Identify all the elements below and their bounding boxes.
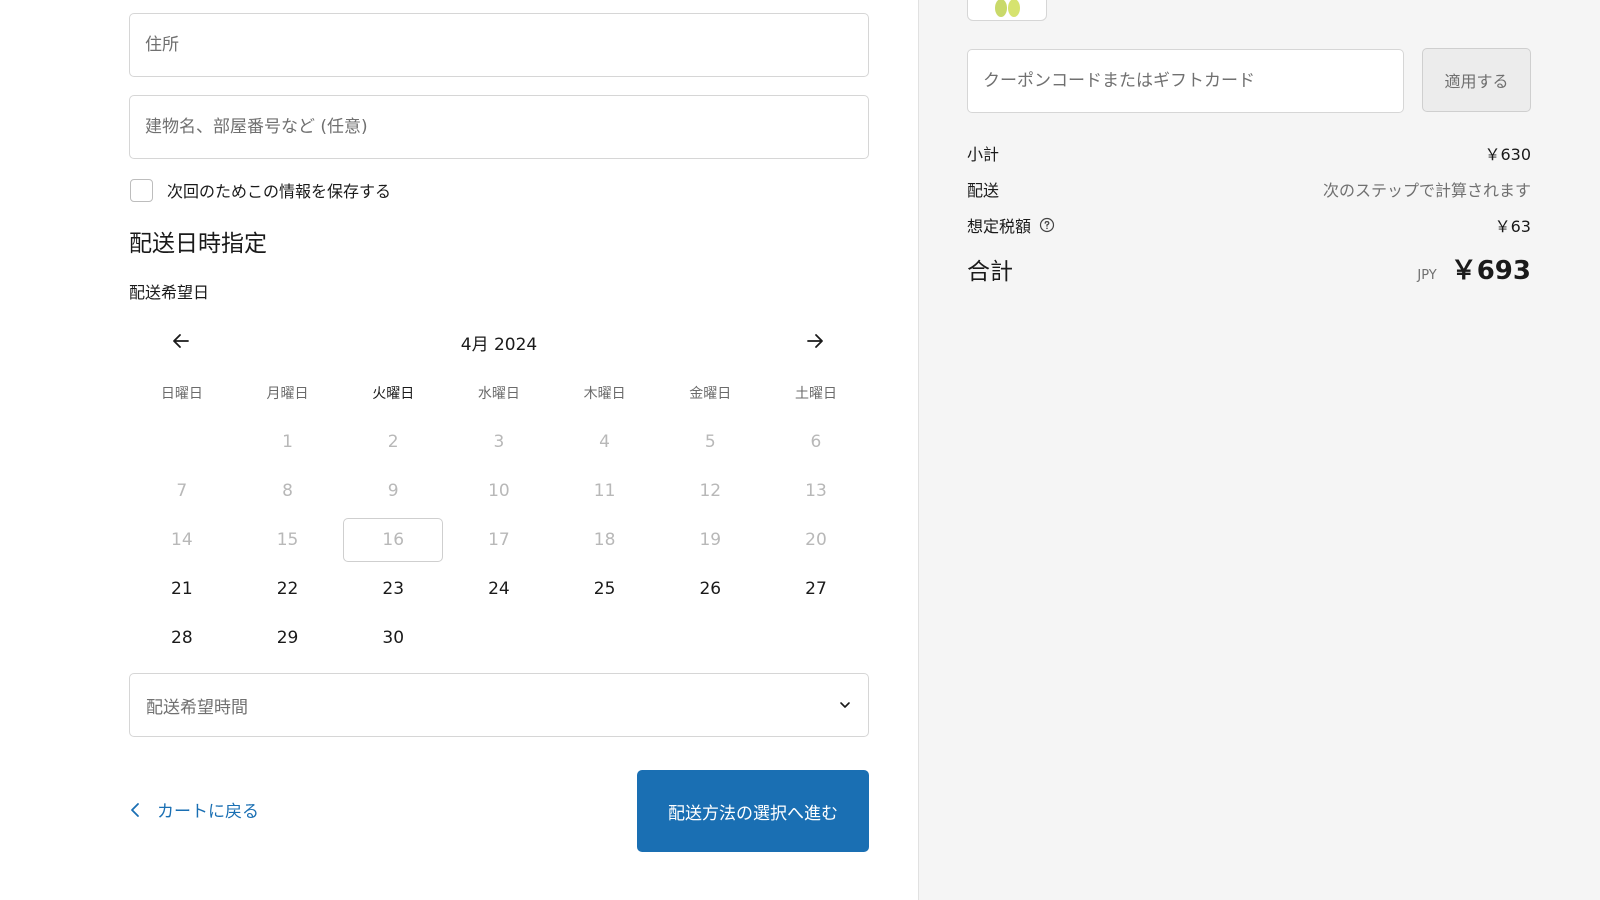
delivery-section-title: 配送日時指定 (129, 231, 267, 257)
delivery-date-label: 配送希望日 (129, 283, 210, 302)
weekday-label: 木曜日 (583, 385, 626, 402)
save-info-label: 次回のためこの情報を保存する (167, 182, 392, 201)
calendar-day: 2 (387, 431, 399, 452)
calendar-day: 3 (493, 431, 505, 452)
product-thumbnail (967, 0, 1047, 21)
weekday-label: 土曜日 (794, 385, 837, 402)
total-row: 合計 JPY ￥693 (967, 250, 1531, 287)
weekday-label: 火曜日 (372, 385, 415, 402)
calendar-day: 9 (387, 480, 399, 501)
delivery-time-select[interactable]: 配送希望時間 (129, 673, 869, 737)
shipping-label: 配送 (967, 181, 1000, 200)
weekday-label: 月曜日 (266, 385, 309, 402)
address-input[interactable] (130, 14, 868, 76)
calendar-day[interactable]: 27 (763, 567, 869, 611)
calendar-week-row: 1 2 3 4 5 6 (129, 417, 869, 466)
chevron-left-icon (129, 802, 141, 818)
subtotal-value: ￥630 (1484, 145, 1531, 164)
shipping-value: 次のステップで計算されます (1322, 181, 1531, 200)
coupon-field[interactable] (967, 49, 1404, 113)
calendar-empty-cell (129, 420, 235, 464)
calendar-day: 18 (593, 529, 616, 550)
calendar-month-label: 4月 2024 (460, 335, 538, 355)
subtotal-label: 小計 (967, 145, 1000, 164)
address-field[interactable] (129, 13, 869, 77)
weekday-label: 金曜日 (689, 385, 732, 402)
tax-value: ￥63 (1494, 217, 1531, 236)
calendar-day: 5 (704, 431, 716, 452)
building-field[interactable] (129, 95, 869, 159)
building-input[interactable] (130, 96, 868, 158)
calendar-day: 8 (282, 480, 293, 501)
back-to-cart-link[interactable]: カートに戻る (129, 797, 259, 822)
checkout-page: 次回のためこの情報を保存する 配送日時指定 配送希望日 4月 2024 日曜日 … (0, 0, 1600, 900)
calendar-day[interactable]: 26 (657, 567, 763, 611)
calendar-day: 19 (699, 529, 722, 550)
order-summary: 適用する 小計 ￥630 配送 次のステップで計算されます 想定税額 ￥63 (918, 0, 1600, 900)
calendar-week-row: 21 22 23 24 25 26 27 (129, 564, 869, 613)
next-month-button[interactable] (801, 327, 829, 355)
calendar-empty-cell (446, 616, 552, 660)
chevron-down-icon (840, 702, 850, 708)
calendar-grid: 日曜日 月曜日 火曜日 水曜日 木曜日 金曜日 土曜日 1 2 3 4 5 6 7 8 9 10 1… (129, 368, 869, 662)
calendar-day[interactable]: 25 (552, 567, 658, 611)
shipping-row: 配送 次のステップで計算されます (967, 177, 1531, 201)
calendar-day: 6 (810, 431, 822, 452)
calendar-day: 4 (599, 431, 610, 452)
calendar-empty-cell (763, 616, 869, 660)
calendar-day: 1 (282, 431, 293, 452)
save-info-checkbox[interactable] (130, 178, 153, 202)
weekday-label: 日曜日 (160, 385, 203, 402)
arrow-right-icon (807, 334, 823, 348)
calendar-day: 12 (699, 480, 722, 501)
calendar-day: 10 (488, 480, 510, 501)
calendar-day[interactable]: 28 (129, 616, 235, 660)
calendar-day: 20 (805, 529, 827, 550)
calendar-empty-cell (552, 616, 658, 660)
calendar-day: 15 (276, 529, 299, 550)
total-label: 合計 (967, 258, 1013, 285)
continue-to-shipping-button[interactable]: 配送方法の選択へ進む (637, 770, 869, 852)
currency-code: JPY (1417, 268, 1437, 283)
tax-label-group: 想定税額 (967, 213, 1055, 237)
calendar-day[interactable]: 21 (129, 567, 235, 611)
help-circle-icon[interactable] (1039, 217, 1055, 233)
back-to-cart-label: カートに戻る (157, 802, 259, 822)
save-info-row[interactable]: 次回のためこの情報を保存する (130, 178, 391, 202)
delivery-time-placeholder: 配送希望時間 (146, 697, 248, 718)
calendar-day[interactable]: 29 (235, 616, 341, 660)
calendar-weeks: 1 2 3 4 5 6 7 8 9 10 11 12 13 14 15 16 17 18 19 20 21 22 23 24 2… (129, 417, 869, 662)
calendar-empty-cell (657, 616, 763, 660)
calendar-week-row: 14 15 16 17 18 19 20 (129, 515, 869, 564)
previous-month-button[interactable] (167, 327, 195, 355)
calendar-weekday-row: 日曜日 月曜日 火曜日 水曜日 木曜日 金曜日 土曜日 (129, 368, 869, 417)
total-value: ￥693 (1450, 256, 1531, 286)
weekday-label: 水曜日 (477, 385, 520, 402)
shipping-form: 次回のためこの情報を保存する 配送日時指定 配送希望日 4月 2024 日曜日 … (0, 0, 918, 900)
calendar-week-row: 7 8 9 10 11 12 13 (129, 466, 869, 515)
coupon-input[interactable] (968, 50, 1403, 112)
calendar-day[interactable]: 24 (446, 567, 552, 611)
calendar-day[interactable]: 23 (340, 567, 446, 611)
calendar-day: 11 (593, 480, 616, 501)
calendar-day: 13 (805, 480, 827, 501)
calendar-day[interactable]: 22 (235, 567, 341, 611)
calendar-week-row: 28 29 30 (129, 613, 869, 662)
arrow-left-icon (173, 334, 189, 348)
calendar-day[interactable]: 30 (340, 616, 446, 660)
apply-coupon-button[interactable]: 適用する (1422, 48, 1531, 112)
tax-label: 想定税額 (967, 217, 1032, 236)
calendar-day: 17 (488, 529, 510, 550)
total-amount-group: JPY ￥693 (1417, 250, 1531, 287)
calendar-day: 7 (176, 480, 188, 501)
subtotal-row: 小計 ￥630 (967, 141, 1531, 165)
calendar-day: 14 (171, 529, 193, 550)
tax-row: 想定税額 ￥63 (967, 213, 1531, 237)
calendar-day-today: 16 (340, 517, 446, 562)
